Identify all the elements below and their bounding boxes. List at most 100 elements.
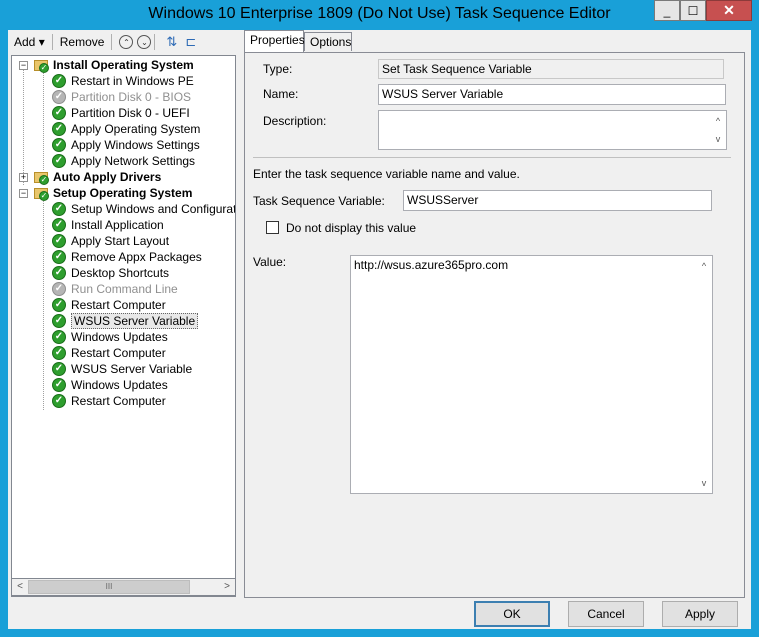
check-icon: ✓ [52,378,66,392]
tree-item[interactable]: ✓ Restart Computer [52,345,166,361]
ok-button[interactable]: OK [474,601,550,627]
maximize-icon: ☐ [687,3,699,18]
description-field[interactable]: ^ v [378,110,727,150]
client-area: Add ▾ Remove ⌃ ⌄ ⇅ ⊏ − ✓ Install Operati… [8,30,751,629]
name-label: Name: [263,87,299,101]
tree-item-label: Apply Windows Settings [71,138,200,152]
disabled-check-icon: ✓ [52,90,66,104]
minimize-button[interactable]: _ [654,0,680,21]
scroll-thumb[interactable]: III [28,580,190,594]
collapse-icon[interactable]: − [19,61,28,70]
add-button[interactable]: Add ▾ [10,33,49,51]
tree-item-label: Run Command Line [71,282,178,296]
tree-item[interactable]: ✓ Windows Updates [52,377,168,393]
tree-connector [43,198,44,410]
check-icon: ✓ [52,122,66,136]
disabled-check-icon: ✓ [52,282,66,296]
tree-item[interactable]: ✓ Remove Appx Packages [52,249,202,265]
tree-item-label: Restart Computer [71,346,166,360]
check-icon: ✓ [52,138,66,152]
minimize-icon: _ [663,3,671,18]
tree-item[interactable]: ✓ Restart in Windows PE [52,73,194,89]
tree-item-label: Install Application [71,218,164,232]
type-label: Type: [263,62,293,76]
title-bar[interactable]: Windows 10 Enterprise 1809 (Do Not Use) … [0,0,759,30]
tree-item-label: Windows Updates [71,330,168,344]
tab-properties[interactable]: Properties [244,30,305,53]
tree-item[interactable]: ✓ WSUS Server Variable [52,361,192,377]
tree-group[interactable]: ✓ Auto Apply Drivers [34,169,161,185]
instruction-text: Enter the task sequence variable name an… [253,167,520,181]
tree-item-label: Partition Disk 0 - UEFI [71,106,190,120]
scroll-down-icon[interactable]: v [710,131,726,147]
scroll-up-icon[interactable]: ^ [710,113,726,129]
folder-icon: ✓ [34,58,50,73]
scroll-right-icon[interactable]: > [219,579,235,595]
tree-item[interactable]: ✓ Install Application [52,217,164,233]
tree-item[interactable]: ✓ Restart Computer [52,297,166,313]
tree-item[interactable]: ✓ Setup Windows and Configuration [52,201,236,217]
toolbar-separator [51,34,53,50]
scroll-down-icon[interactable]: v [696,475,712,491]
check-icon: ✓ [52,218,66,232]
name-field[interactable]: WSUS Server Variable [378,84,726,105]
add-label: Add [14,35,36,49]
variable-label: Task Sequence Variable: [253,194,385,208]
move-up-icon[interactable]: ⌃ [119,35,134,49]
type-field: Set Task Sequence Variable [378,59,724,79]
expand-icon[interactable]: + [19,173,28,182]
check-icon: ✓ [52,74,66,88]
maximize-button[interactable]: ☐ [680,0,706,21]
move-down-icon[interactable]: ⌄ [137,35,152,49]
close-icon: ✕ [723,2,735,18]
task-sequence-tree[interactable]: − ✓ Install Operating System ✓ Restart in… [11,55,236,597]
scroll-left-icon[interactable]: < [12,579,28,595]
check-icon: ✓ [52,234,66,248]
refresh-icon[interactable]: ⇅ [166,34,177,50]
add-dropdown-icon: ▾ [38,35,45,49]
tree-group[interactable]: ✓ Install Operating System [34,57,194,73]
tree-item-label: Setup Windows and Configuration [71,202,236,216]
group-icon[interactable]: ⊏ [185,34,196,50]
tree-item-label: Apply Start Layout [71,234,170,248]
scroll-up-icon[interactable]: ^ [696,258,712,274]
tree-item[interactable]: ✓ Apply Windows Settings [52,137,200,153]
tree-item[interactable]: ✓ Apply Start Layout [52,233,169,249]
check-icon: ✓ [52,298,66,312]
remove-button[interactable]: Remove [56,33,109,51]
tree-item[interactable]: ✓ Apply Network Settings [52,153,195,169]
check-icon: ✓ [52,266,66,280]
tab-options[interactable]: Options [304,32,352,51]
folder-icon: ✓ [34,170,50,185]
cancel-button[interactable]: Cancel [568,601,644,627]
tree-item[interactable]: ✓ Desktop Shortcuts [52,265,169,281]
hide-value-checkbox[interactable] [266,221,279,234]
tree-item[interactable]: ✓ Run Command Line [52,281,178,297]
value-text: http://wsus.azure365pro.com [354,258,509,272]
tree-item[interactable]: ✓ Windows Updates [52,329,168,345]
tree-connector [43,70,44,170]
tree-item-label: Restart in Windows PE [71,74,194,88]
variable-field[interactable]: WSUSServer [403,190,712,211]
tree-item[interactable]: ✓ Partition Disk 0 - BIOS [52,89,191,105]
properties-panel: Type: Set Task Sequence Variable Name: W… [244,52,745,598]
collapse-icon[interactable]: − [19,189,28,198]
tree-horizontal-scrollbar[interactable]: < III > [11,578,236,596]
tree-item-label: Desktop Shortcuts [71,266,170,280]
tree-item-label: Auto Apply Drivers [53,170,162,184]
check-icon: ✓ [52,394,66,408]
tree-item[interactable]: ✓ Partition Disk 0 - UEFI [52,105,190,121]
tree-item-label: Apply Operating System [71,122,201,136]
tree-item[interactable]: ✓ Restart Computer [52,393,166,409]
tree-item[interactable]: ✓ Apply Operating System [52,121,200,137]
value-label: Value: [253,255,287,269]
folder-icon: ✓ [34,186,50,201]
check-icon: ✓ [52,314,66,328]
value-field[interactable]: http://wsus.azure365pro.com ^ v [350,255,713,494]
close-button[interactable]: ✕ [706,0,752,21]
tree-item-label: Partition Disk 0 - BIOS [71,90,192,104]
check-icon: ✓ [52,154,66,168]
tree-item-selected[interactable]: ✓ WSUS Server Variable [52,313,199,329]
apply-button[interactable]: Apply [662,601,738,627]
tree-group[interactable]: ✓ Setup Operating System [34,185,192,201]
